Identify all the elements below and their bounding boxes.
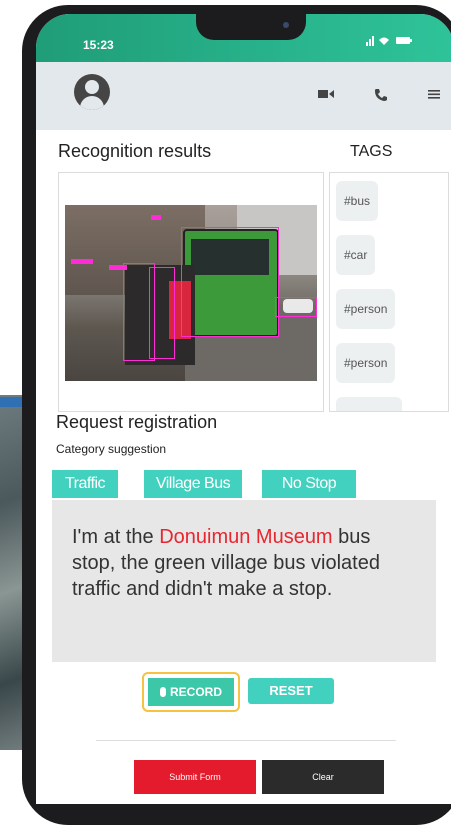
message-location-highlight: Donuimun Museum — [159, 526, 333, 548]
status-icons — [366, 34, 414, 49]
notch — [196, 14, 306, 40]
mic-icon — [159, 687, 166, 697]
tag-chip[interactable]: #bus — [336, 181, 379, 221]
reset-button[interactable]: RESET — [248, 678, 334, 704]
car-bounding-box — [275, 297, 317, 317]
record-button-inner: RECORD — [148, 678, 234, 706]
tags-list: #bus #car #person #person — [329, 172, 449, 412]
tag-chip-partial — [336, 397, 402, 411]
app-bar — [36, 62, 451, 130]
submit-form-button[interactable]: Submit Form — [134, 760, 256, 794]
avatar-body — [80, 96, 104, 110]
message-prefix: I'm at the — [72, 526, 160, 548]
category-chip-traffic[interactable]: Traffic — [52, 470, 118, 498]
background-map — [0, 395, 22, 750]
recognition-results-title: Recognition results — [58, 141, 212, 161]
divider — [96, 740, 396, 741]
tag-chip[interactable]: #person — [336, 289, 396, 329]
request-message: I'm at the Donuimun Museum bus stop, the… — [72, 524, 416, 602]
category-chip-village-bus[interactable]: Village Bus — [144, 470, 242, 498]
front-camera-icon — [283, 22, 289, 28]
category-suggestion-label: Category suggestion — [56, 442, 167, 456]
status-time: 15:23 — [83, 38, 114, 52]
request-message-box[interactable]: I'm at the Donuimun Museum bus stop, the… — [52, 500, 436, 662]
map-label-icon — [0, 397, 22, 407]
phone-screen: 15:23 Recognition results TAGS #bus #car… — [36, 14, 451, 804]
record-label: RECORD — [169, 685, 222, 699]
tag-chip[interactable]: #car — [336, 235, 376, 275]
clear-button[interactable]: Clear — [262, 760, 384, 794]
tags-title: TAGS — [350, 143, 393, 160]
tag-chip[interactable]: #person — [336, 343, 396, 383]
bus-bounding-box — [181, 227, 279, 337]
recognition-photo[interactable] — [65, 205, 317, 381]
detection-tag-marker — [71, 259, 93, 264]
phone-icon[interactable] — [374, 88, 388, 104]
menu-icon[interactable] — [428, 88, 440, 102]
video-icon[interactable] — [318, 88, 334, 102]
detection-tag-marker — [109, 265, 127, 270]
record-button[interactable]: RECORD — [142, 672, 240, 712]
detection-tag-marker — [151, 215, 161, 220]
person-bounding-box — [149, 267, 175, 359]
category-chip-no-stop[interactable]: No Stop — [262, 470, 356, 498]
signal-wifi-battery-icon — [366, 36, 412, 46]
request-registration-title: Request registration — [56, 412, 218, 432]
status-bar: 15:23 — [36, 14, 451, 62]
avatar[interactable] — [74, 74, 110, 110]
avatar-head — [85, 80, 99, 94]
recognition-image-frame — [58, 172, 324, 412]
